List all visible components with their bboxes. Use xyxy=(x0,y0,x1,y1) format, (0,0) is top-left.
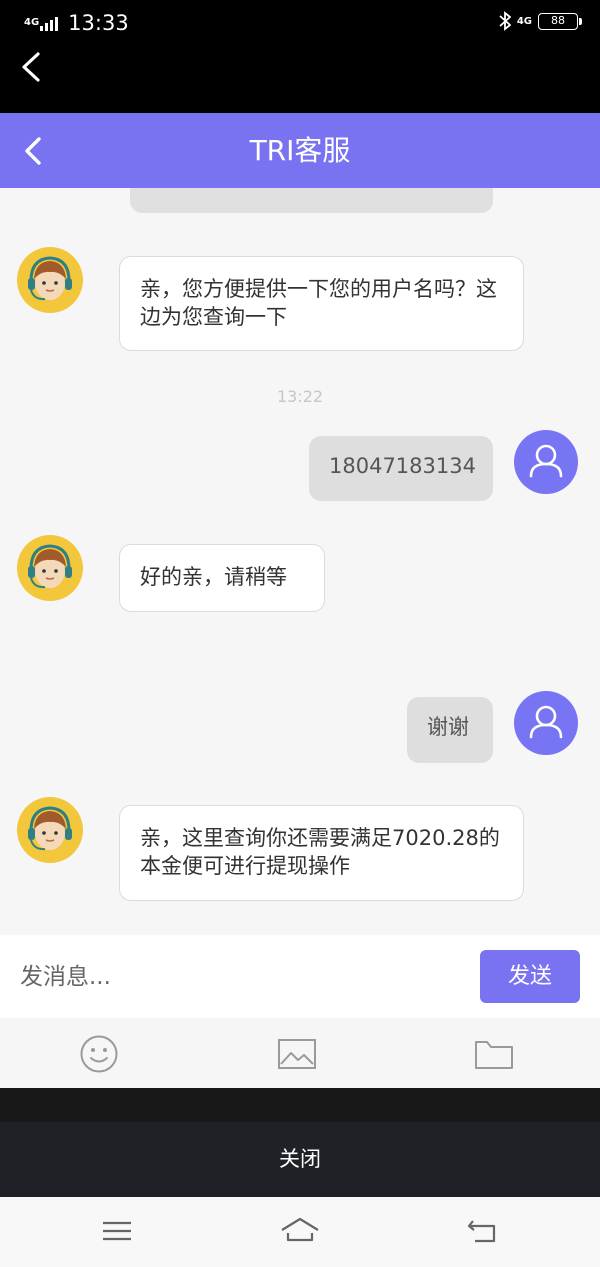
battery-icon: 88 xyxy=(538,12,582,30)
bluetooth-icon xyxy=(499,11,511,31)
signal-icon xyxy=(40,15,60,31)
user-icon xyxy=(529,705,563,739)
browser-back-icon[interactable] xyxy=(18,50,48,84)
agent-avatar xyxy=(17,247,83,313)
status-bar: 4G 13:33 4G 88 xyxy=(0,0,600,46)
home-icon[interactable] xyxy=(280,1215,320,1247)
send-button[interactable]: 发送 xyxy=(480,950,580,1003)
page-title: TRI客服 xyxy=(249,134,351,167)
image-icon[interactable] xyxy=(277,1034,317,1074)
browser-bar xyxy=(0,46,600,113)
system-nav-bar xyxy=(0,1197,600,1267)
composer: 发送 xyxy=(0,935,600,1018)
chat-header: TRI客服 xyxy=(0,113,600,188)
agent-message-bubble: 亲，您方便提供一下您的用户名吗？这边为您查询一下 xyxy=(119,256,524,351)
message-input[interactable] xyxy=(20,957,460,997)
support-agent-icon xyxy=(28,544,72,589)
agent-message-text: 好的亲，请稍等 xyxy=(140,565,287,589)
previous-message-bubble xyxy=(130,188,493,213)
user-message-bubble: 18047183134 xyxy=(309,436,493,501)
support-agent-icon xyxy=(28,256,72,301)
network-label: 4G xyxy=(24,17,40,28)
agent-avatar xyxy=(17,535,83,601)
close-button[interactable]: 关闭 xyxy=(0,1122,600,1197)
user-message-text: 18047183134 xyxy=(329,454,476,478)
attachment-toolbar xyxy=(0,1018,600,1088)
support-agent-icon xyxy=(28,806,72,851)
user-message-text: 谢谢 xyxy=(427,715,469,739)
agent-message-text: 亲，这里查询你还需要满足7020.28的本金便可进行提现操作 xyxy=(140,826,500,878)
network-4g-label: 4G xyxy=(516,15,532,27)
user-message-bubble: 谢谢 xyxy=(407,697,493,763)
agent-message-bubble: 亲，这里查询你还需要满足7020.28的本金便可进行提现操作 xyxy=(119,805,524,901)
menu-icon[interactable] xyxy=(97,1215,137,1247)
user-icon xyxy=(529,444,563,478)
status-time: 13:33 xyxy=(68,11,129,35)
emoji-icon[interactable] xyxy=(79,1034,119,1074)
user-avatar xyxy=(514,430,578,494)
agent-avatar xyxy=(17,797,83,863)
back-arrow-icon[interactable] xyxy=(20,135,48,167)
folder-icon[interactable] xyxy=(474,1034,514,1074)
back-icon[interactable] xyxy=(463,1215,503,1247)
message-timestamp: 13:22 xyxy=(276,387,324,406)
user-avatar xyxy=(514,691,578,755)
divider xyxy=(0,1088,600,1122)
chat-area[interactable]: 亲，您方便提供一下您的用户名吗？这边为您查询一下 13:22 180471831… xyxy=(0,188,600,935)
agent-message-text: 亲，您方便提供一下您的用户名吗？这边为您查询一下 xyxy=(140,277,497,329)
agent-message-bubble: 好的亲，请稍等 xyxy=(119,544,325,612)
